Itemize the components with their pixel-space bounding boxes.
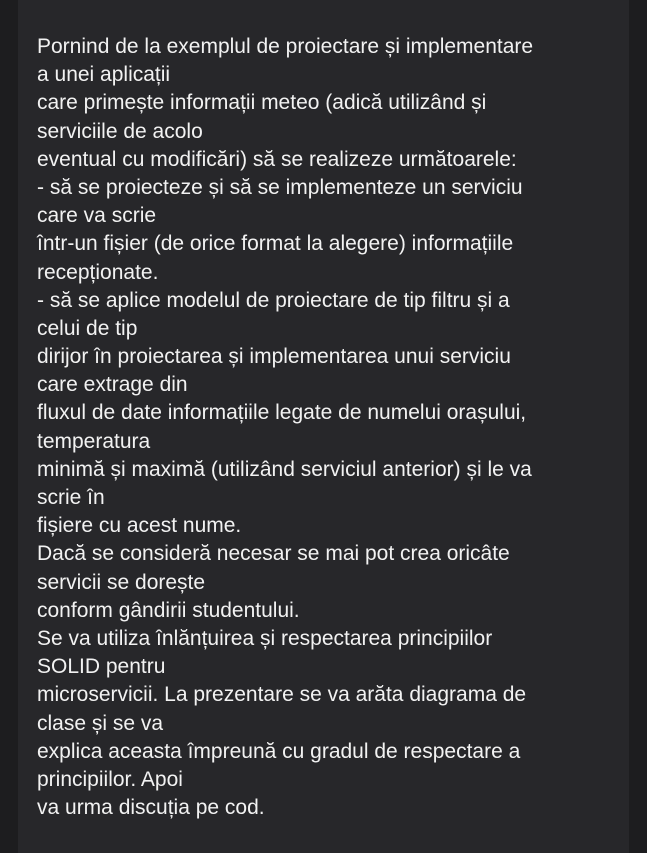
message-line: Pornind de la exemplul de proiectare și …	[37, 35, 534, 58]
message-body[interactable]: Pornind de la exemplul de proiectare și …	[37, 33, 622, 822]
message-line: clase și se va	[37, 711, 164, 735]
message-line: serviciile de acolo	[37, 119, 203, 143]
message-line: fluxul de date informațiile legate de nu…	[37, 401, 527, 425]
message-line: temperatura	[37, 429, 151, 453]
message-line: servicii se dorește	[37, 570, 206, 594]
message-line: dirijor în proiectarea și implementarea …	[37, 345, 511, 369]
message-line: principiilor. Apoi	[37, 767, 183, 791]
message-line: celui de tip	[37, 316, 138, 340]
message-bubble: Pornind de la exemplul de proiectare și …	[18, 0, 629, 853]
message-line: minimă și maximă (utilizând serviciul an…	[37, 457, 532, 481]
message-line: Dacă se consideră necesar se mai pot cre…	[37, 542, 510, 566]
message-line: a unei aplicații	[37, 63, 171, 87]
message-line: conform gândirii studentului.	[37, 598, 300, 622]
message-line: eventual cu modificări) să se realizeze …	[37, 147, 517, 171]
message-line: va urma discuția pe cod.	[37, 796, 265, 820]
message-line: SOLID pentru	[37, 655, 166, 679]
message-line: recepționate.	[37, 260, 159, 284]
message-line: care va scrie	[37, 204, 157, 228]
message-line: scrie în	[37, 486, 105, 509]
message-line: explica aceasta împreună cu gradul de re…	[37, 739, 521, 763]
message-line: care extrage din	[37, 373, 188, 397]
message-line: microservicii. La prezentare se va arăta…	[37, 683, 527, 707]
message-line: într-un fișier (de orice format la alege…	[37, 232, 514, 256]
message-line: - să se proiecteze și să se implementeze…	[37, 175, 523, 199]
message-line: Se va utiliza înlănțuirea și respectarea…	[37, 626, 493, 650]
message-line: fișiere cu acest nume.	[37, 514, 242, 538]
message-line: care primește informații meteo (adică ut…	[37, 91, 487, 115]
message-line: - să se aplice modelul de proiectare de …	[37, 288, 510, 312]
message-screen: Pornind de la exemplul de proiectare și …	[0, 0, 647, 853]
